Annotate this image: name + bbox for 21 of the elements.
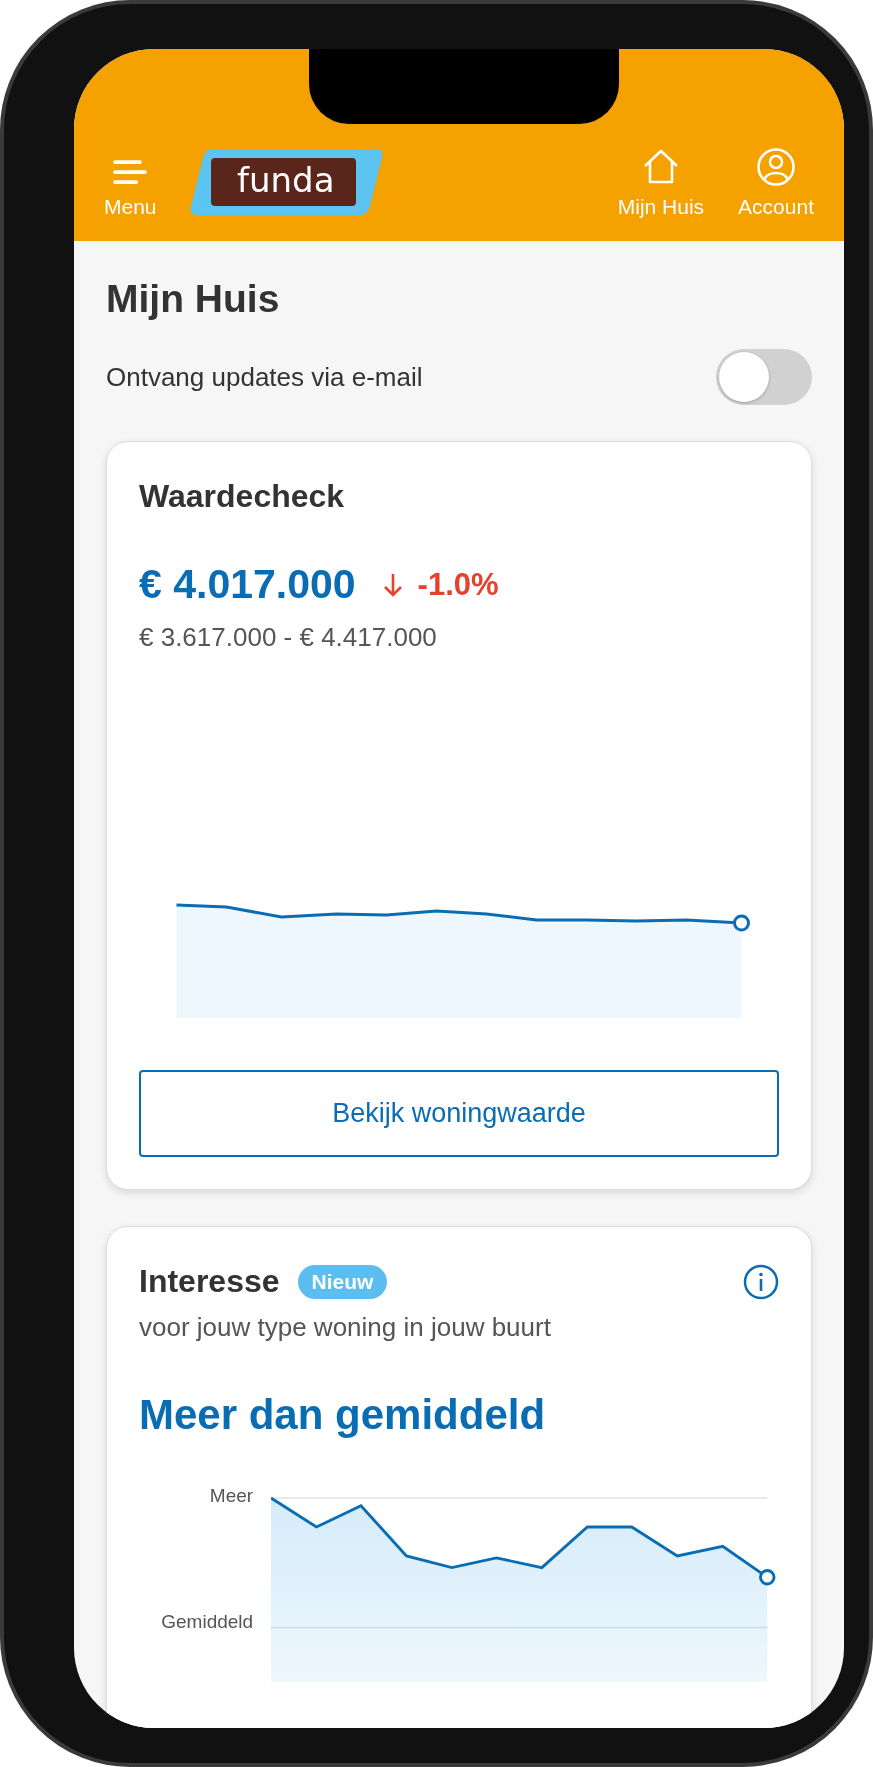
info-icon[interactable] [743, 1263, 779, 1300]
user-icon [756, 147, 797, 187]
menu-button[interactable]: Menu [104, 157, 157, 219]
axis-label: Gemiddeld [161, 1611, 254, 1633]
value-range: € 3.617.000 - € 4.417.000 [139, 622, 438, 653]
account-button[interactable]: Account [738, 147, 814, 219]
setting-label: Ontvang updates via e-mail [106, 361, 423, 393]
home-button[interactable]: Mijn Huis [617, 147, 705, 219]
view-value-button[interactable]: Bekijk woningwaarde [139, 1070, 779, 1157]
axis-label: Meer [209, 1485, 254, 1507]
card-title: Waardecheck [139, 478, 346, 515]
interest-level: Meer dan gemiddeld [139, 1391, 547, 1439]
logo[interactable]: funda [188, 149, 385, 215]
value-change: -1.0% [417, 566, 499, 603]
page-title: Mijn Huis [106, 276, 281, 321]
toggle-switch[interactable] [716, 349, 812, 405]
card-subtitle: voor jouw type woning in jouw buurt [139, 1312, 552, 1343]
card-title: Interesse [139, 1263, 280, 1300]
new-badge: Nieuw [297, 1264, 388, 1299]
menu-icon [111, 157, 150, 187]
estimated-value: € 4.017.000 [139, 561, 356, 608]
